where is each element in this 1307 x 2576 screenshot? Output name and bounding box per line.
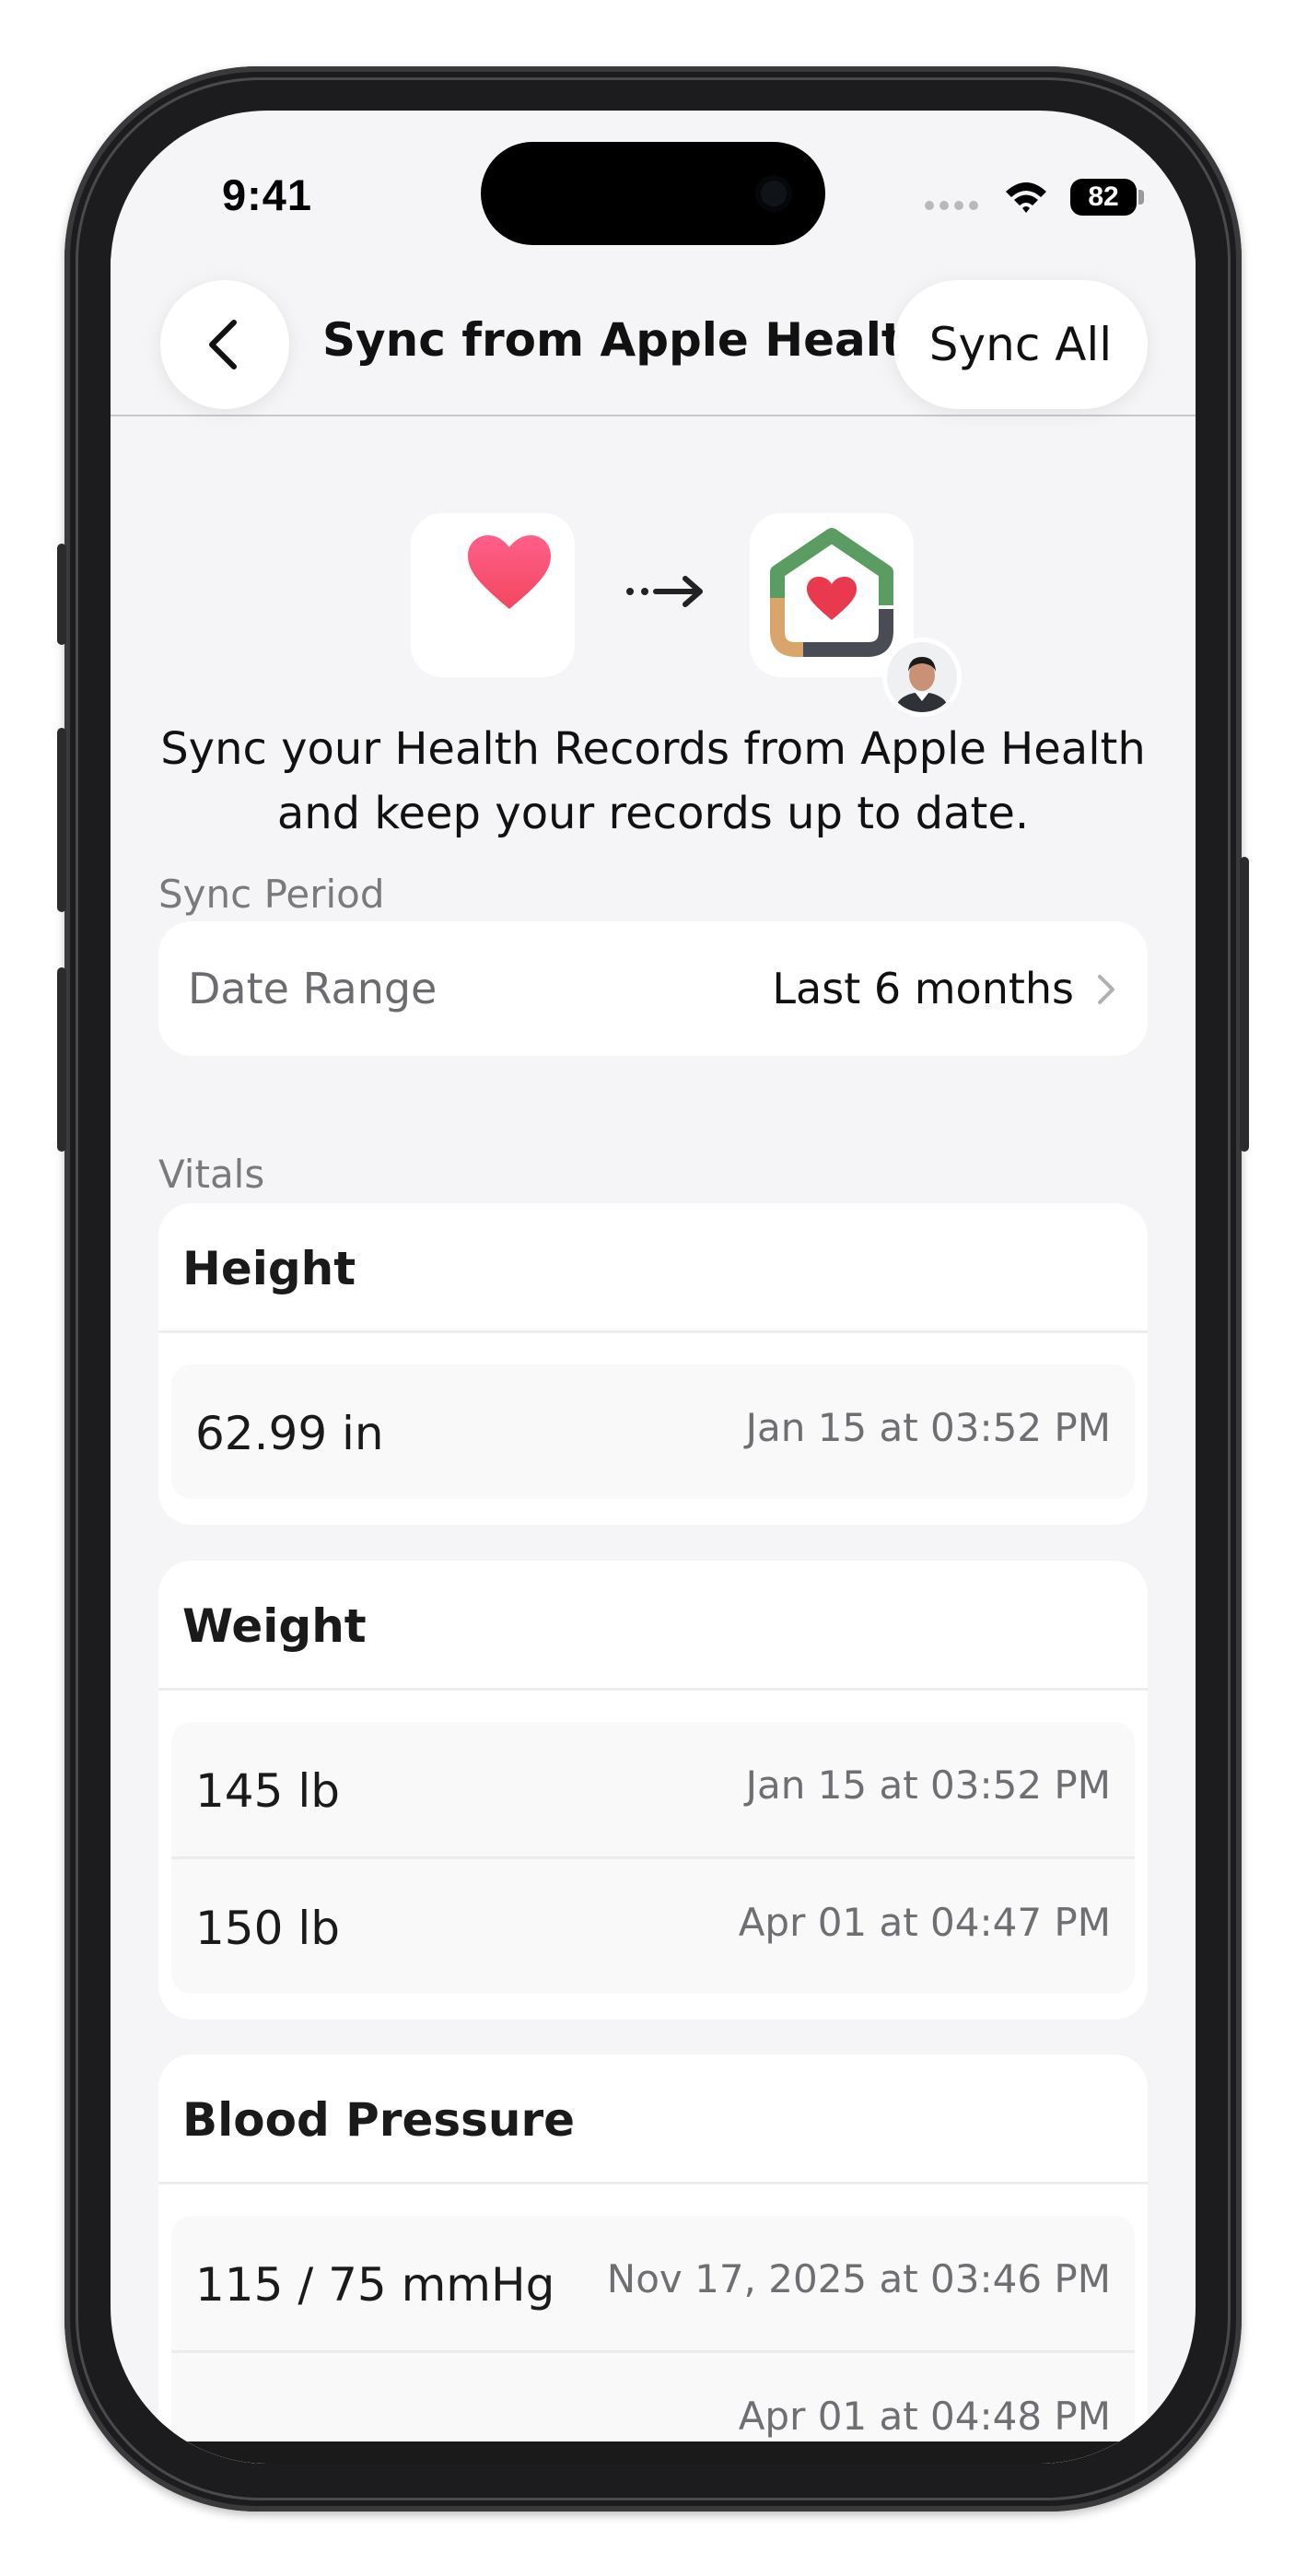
vital-title: Blood Pressure <box>182 2093 576 2147</box>
side-button <box>1240 857 1249 1152</box>
vital-header: Weight <box>158 1561 1148 1691</box>
date-range-label: Date Range <box>188 964 438 1013</box>
entry-date: Nov 17, 2025 at 03:46 PM <box>606 2256 1111 2301</box>
app-icon <box>750 513 914 677</box>
vital-group-blood-pressure: Blood Pressure 115 / 75 mmHg Nov 17, 202… <box>158 2055 1148 2464</box>
volume-down-button <box>57 967 66 1152</box>
screen-bottom-edge <box>111 2441 1196 2464</box>
dynamic-island <box>481 142 825 245</box>
entry-list: 62.99 in Jan 15 at 03:52 PM <box>171 1364 1135 1499</box>
wifi-icon <box>1006 182 1046 213</box>
sync-all-button[interactable]: Sync All <box>893 280 1148 409</box>
house-heart-icon <box>770 528 893 657</box>
vital-title: Height <box>182 1242 356 1295</box>
back-button[interactable] <box>160 280 289 409</box>
vital-title: Weight <box>182 1599 367 1653</box>
page-title: Sync from Apple Health <box>322 313 937 367</box>
battery-icon: 82 <box>1070 179 1137 216</box>
entry-value: 150 lb <box>195 1902 340 1955</box>
entry-list: 145 lb Jan 15 at 03:52 PM 150 lb Apr 01 … <box>171 1722 1135 1994</box>
entry-date: Jan 15 at 03:52 PM <box>745 1405 1111 1450</box>
volume-up-button <box>57 728 66 912</box>
camera-icon <box>755 175 792 212</box>
vital-group-height: Height 62.99 in Jan 15 at 03:52 PM <box>158 1203 1148 1525</box>
date-range-value: Last 6 months <box>772 964 1074 1013</box>
arrow-right-icon <box>626 576 703 607</box>
intro-description: Sync your Health Records from Apple Heal… <box>160 723 1146 839</box>
entry-date: Jan 15 at 03:52 PM <box>745 1762 1111 1808</box>
heart-icon <box>468 535 551 609</box>
entry-value: 145 lb <box>195 1764 340 1818</box>
avatar <box>882 638 962 717</box>
vital-header: Blood Pressure <box>158 2055 1148 2184</box>
person-avatar-icon <box>887 642 957 712</box>
chevron-right-icon <box>1098 975 1114 1004</box>
vital-entry-row[interactable]: 150 lb Apr 01 at 04:47 PM <box>171 1859 1135 1994</box>
status-time: 9:41 <box>222 170 313 219</box>
entry-value: 62.99 in <box>195 1407 384 1460</box>
vitals-label: Vitals <box>158 1152 265 1197</box>
screen: 9:41 82 Sync from Apple Health Sync All <box>111 111 1196 2464</box>
vital-entry-row[interactable]: 145 lb Jan 15 at 03:52 PM <box>171 1722 1135 1859</box>
navigation-bar: Sync from Apple Health Sync All <box>111 258 1196 416</box>
chevron-left-icon <box>209 320 237 369</box>
sync-period-label: Sync Period <box>158 872 385 917</box>
action-button <box>57 544 66 645</box>
date-range-row[interactable]: Date Range Last 6 months <box>158 921 1148 1056</box>
entry-date: Apr 01 at 04:47 PM <box>738 1900 1111 1945</box>
signal-icon <box>925 201 978 210</box>
vital-group-weight: Weight 145 lb Jan 15 at 03:52 PM 150 lb … <box>158 1561 1148 2020</box>
entry-date: Apr 01 at 04:48 PM <box>738 2394 1111 2439</box>
battery-cap <box>1138 190 1144 205</box>
vital-entry-row[interactable]: 62.99 in Jan 15 at 03:52 PM <box>171 1364 1135 1499</box>
entry-value: 115 / 75 mmHg <box>195 2258 555 2312</box>
vital-header: Height <box>158 1203 1148 1333</box>
vital-entry-row[interactable]: 115 / 75 mmHg Nov 17, 2025 at 03:46 PM <box>171 2216 1135 2353</box>
apple-health-app-icon <box>411 513 575 677</box>
entry-list: 115 / 75 mmHg Nov 17, 2025 at 03:46 PM A… <box>171 2216 1135 2464</box>
